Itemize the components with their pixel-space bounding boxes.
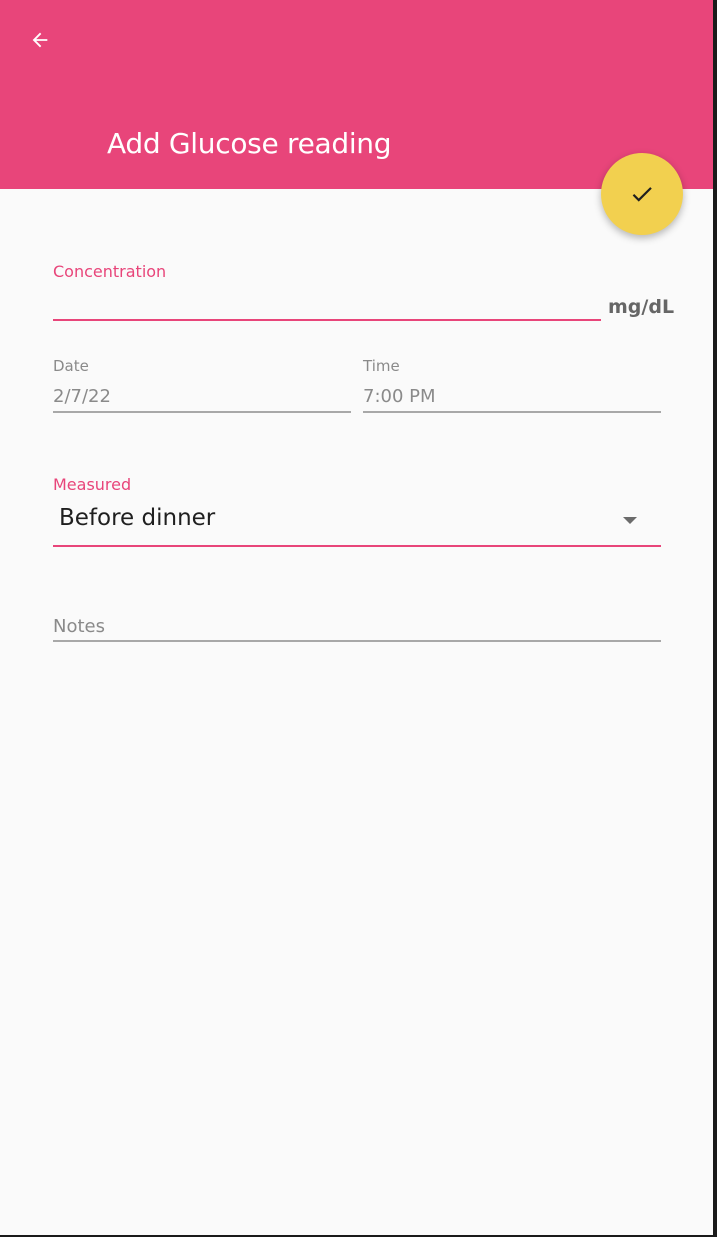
dropdown-arrow-icon	[623, 517, 637, 524]
back-button[interactable]	[22, 22, 58, 58]
page-title: Add Glucose reading	[107, 127, 392, 160]
measured-underline	[53, 545, 661, 547]
time-value: 7:00 PM	[363, 386, 436, 407]
measured-value: Before dinner	[59, 505, 216, 531]
time-underline	[363, 411, 661, 413]
notes-placeholder: Notes	[53, 616, 105, 637]
concentration-label: Concentration	[53, 262, 167, 281]
add-glucose-screen: Add Glucose reading Concentration mg/dL …	[0, 0, 713, 1235]
time-field[interactable]: 7:00 PM	[363, 380, 661, 414]
measured-label: Measured	[53, 475, 132, 494]
arrow-left-icon	[32, 32, 48, 48]
concentration-input[interactable]	[53, 288, 601, 322]
check-icon	[632, 187, 652, 202]
unit-label: mg/dL	[608, 296, 675, 318]
date-value: 2/7/22	[53, 386, 111, 407]
save-button[interactable]	[601, 153, 683, 235]
concentration-underline	[53, 319, 601, 321]
date-underline	[53, 411, 351, 413]
notes-input[interactable]: Notes	[53, 608, 661, 642]
notes-underline	[53, 640, 661, 642]
app-bar: Add Glucose reading	[0, 0, 713, 189]
time-label: Time	[363, 357, 400, 375]
date-label: Date	[53, 357, 89, 375]
date-field[interactable]: 2/7/22	[53, 380, 351, 414]
